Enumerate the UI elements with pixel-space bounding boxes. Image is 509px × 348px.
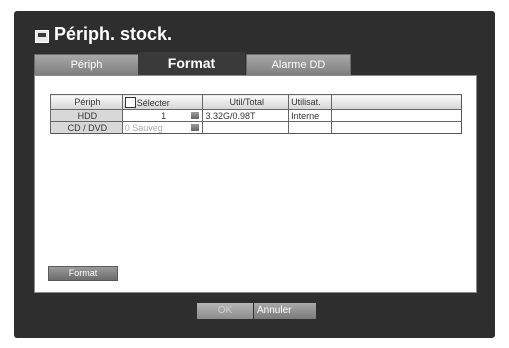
- row-hdd-select-value: 1: [161, 110, 167, 121]
- row-cddvd-select-value: 0: [124, 122, 130, 133]
- page-title: Périph. stock.: [54, 24, 173, 44]
- storage-table: Périph Sélecter Util/Total Utilisat. HDD…: [50, 94, 462, 134]
- header-select-label: Sélecter: [136, 97, 170, 108]
- hdd-select-button[interactable]: [191, 112, 200, 119]
- header-util-total: Util/Total: [202, 94, 289, 110]
- table-header-row: Périph Sélecter Util/Total Utilisat.: [50, 94, 462, 110]
- row-cddvd-periph: CD / DVD: [50, 121, 123, 134]
- row-cddvd-select-extra: Sauveg: [132, 122, 163, 133]
- header-select[interactable]: Sélecter: [121, 94, 203, 110]
- tab-format[interactable]: Format: [138, 52, 245, 76]
- header-periph: Périph: [50, 94, 123, 110]
- select-all-checkbox[interactable]: [124, 96, 136, 108]
- header-utilis: Utilisat.: [288, 94, 332, 110]
- ok-button[interactable]: OK: [197, 303, 253, 319]
- table-row[interactable]: CD / DVD 0 Sauveg: [50, 121, 462, 134]
- cddvd-select-button[interactable]: [191, 124, 200, 131]
- row-cddvd-empty: [331, 121, 462, 134]
- row-cddvd-select[interactable]: 0 Sauveg: [121, 121, 203, 134]
- tab-periph[interactable]: Périph: [34, 54, 139, 76]
- row-hdd-periph: HDD: [50, 109, 123, 122]
- header-empty: [331, 94, 462, 110]
- row-cddvd-util-total: [202, 121, 289, 134]
- row-hdd-select[interactable]: 1: [121, 109, 203, 122]
- row-hdd-utilis: Interne: [288, 109, 332, 122]
- tab-alarme-dd[interactable]: Alarme DD: [246, 54, 351, 76]
- table-row[interactable]: HDD 1 3.32G/0.98T Interne: [50, 109, 462, 122]
- cancel-button[interactable]: Annuler: [254, 303, 316, 319]
- format-button[interactable]: Format: [48, 266, 118, 281]
- row-cddvd-utilis: [288, 121, 332, 134]
- row-hdd-util-total: 3.32G/0.98T: [202, 109, 289, 122]
- storage-icon: [35, 30, 49, 43]
- row-hdd-empty: [331, 109, 462, 122]
